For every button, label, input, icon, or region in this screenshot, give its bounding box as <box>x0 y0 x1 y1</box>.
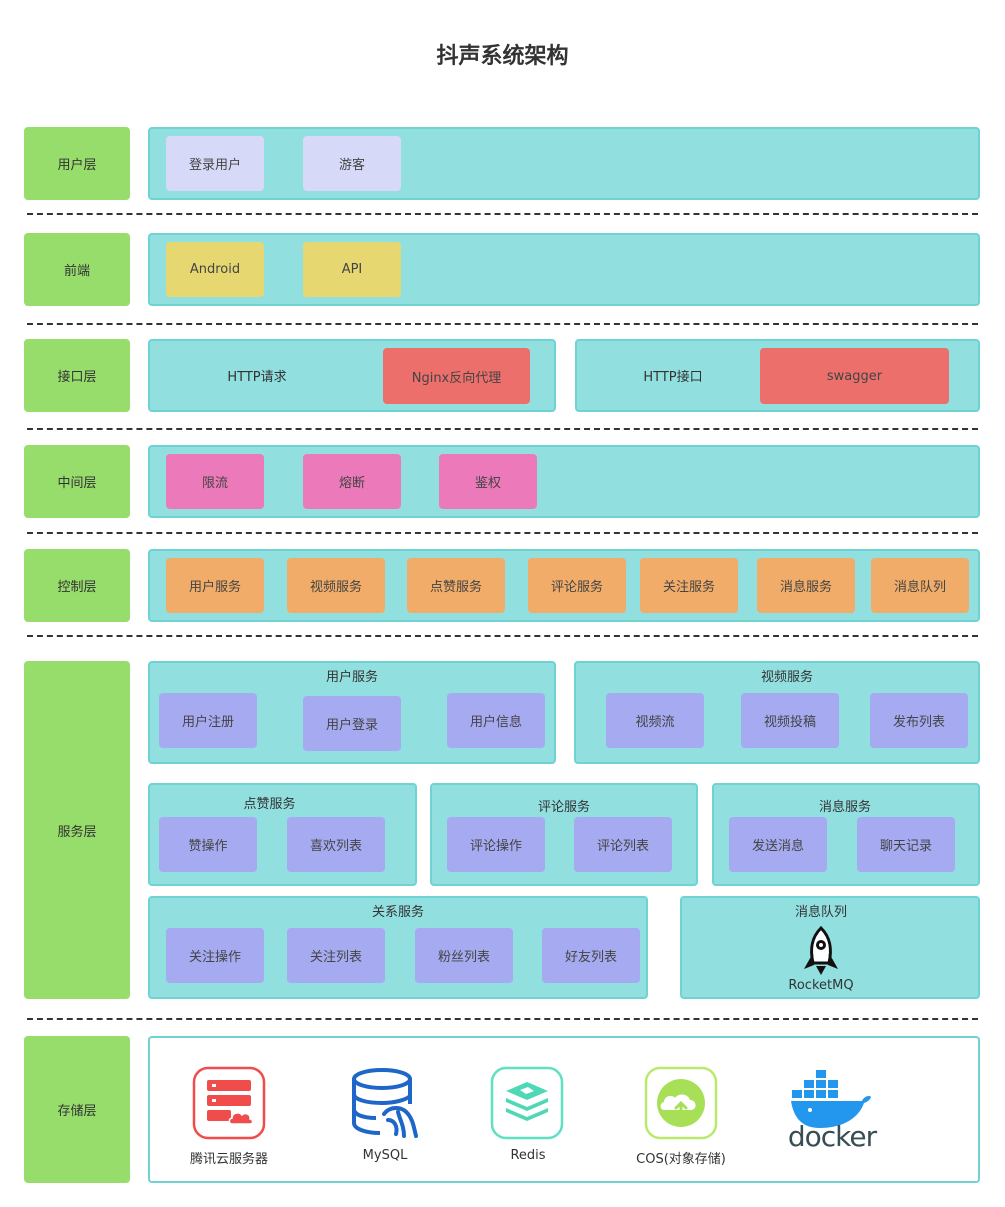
user-register-box: 用户注册 <box>159 693 257 748</box>
relation-service-title: 关系服务 <box>371 905 424 920</box>
send-message-box: 发送消息 <box>729 817 827 872</box>
like-service-title: 点赞服务 <box>243 797 296 812</box>
friend-list-box: 好友列表 <box>542 928 640 983</box>
layer-label-frontend: 前端 <box>24 233 130 306</box>
http-interface-label: HTTP接口 <box>643 370 703 385</box>
cos-icon <box>644 1066 718 1140</box>
guest-box: 游客 <box>303 136 401 191</box>
mysql-icon <box>350 1068 422 1140</box>
control-item-like-service: 点赞服务 <box>407 558 505 613</box>
tencent-cloud-server-icon <box>192 1066 266 1140</box>
tencent-cloud-server-label: 腾讯云服务器 <box>189 1152 268 1167</box>
frontend-layer-panel <box>148 233 980 306</box>
rocketmq-label: RocketMQ <box>788 978 854 993</box>
nginx-proxy-box: Nginx反向代理 <box>383 348 530 404</box>
control-item-comment-service: 评论服务 <box>528 558 626 613</box>
user-layer-panel <box>148 127 980 200</box>
rate-limit-box: 限流 <box>166 454 264 509</box>
page-title: 抖声系统架构 <box>436 44 569 69</box>
publish-list-box: 发布列表 <box>870 693 968 748</box>
separator <box>27 428 978 430</box>
separator <box>27 213 978 215</box>
redis-label: Redis <box>510 1148 546 1163</box>
control-item-follow-service: 关注服务 <box>640 558 738 613</box>
video-publish-box: 视频投稿 <box>741 693 839 748</box>
auth-box: 鉴权 <box>439 454 537 509</box>
layer-label-interface: 接口层 <box>24 339 130 412</box>
video-feed-box: 视频流 <box>606 693 704 748</box>
control-item-message-queue: 消息队列 <box>871 558 969 613</box>
comment-list-box: 评论列表 <box>574 817 672 872</box>
comment-service-title: 评论服务 <box>537 800 590 815</box>
comment-action-box: 评论操作 <box>447 817 545 872</box>
swagger-box: swagger <box>760 348 949 404</box>
logged-in-user-box: 登录用户 <box>166 136 264 191</box>
follow-action-box: 关注操作 <box>166 928 264 983</box>
favorite-list-box: 喜欢列表 <box>287 817 385 872</box>
api-box: API <box>303 242 401 297</box>
android-box: Android <box>166 242 264 297</box>
middle-layer-panel <box>148 445 980 518</box>
layer-label-user: 用户层 <box>24 127 130 200</box>
circuit-breaker-box: 熔断 <box>303 454 401 509</box>
docker-label: docker <box>787 1120 877 1153</box>
layer-label-middle: 中间层 <box>24 445 130 518</box>
separator <box>27 532 978 534</box>
control-item-message-service: 消息服务 <box>757 558 855 613</box>
redis-icon <box>490 1066 564 1140</box>
http-request-label: HTTP请求 <box>227 370 287 385</box>
separator <box>27 323 978 325</box>
layer-label-service: 服务层 <box>24 661 130 999</box>
user-info-box: 用户信息 <box>447 693 545 748</box>
like-action-box: 赞操作 <box>159 817 257 872</box>
video-service-title: 视频服务 <box>760 670 813 685</box>
layer-label-control: 控制层 <box>24 549 130 622</box>
separator <box>27 635 978 637</box>
user-service-title: 用户服务 <box>325 670 378 685</box>
separator <box>27 1018 978 1020</box>
message-service-title: 消息服务 <box>818 800 871 815</box>
control-item-video-service: 视频服务 <box>287 558 385 613</box>
layer-label-storage: 存储层 <box>24 1036 130 1183</box>
cos-label: COS(对象存储) <box>636 1152 726 1167</box>
mysql-label: MySQL <box>362 1148 408 1163</box>
chat-history-box: 聊天记录 <box>857 817 955 872</box>
fans-list-box: 粉丝列表 <box>415 928 513 983</box>
message-queue-title: 消息队列 <box>794 905 847 920</box>
control-item-user-service: 用户服务 <box>166 558 264 613</box>
follow-list-box: 关注列表 <box>287 928 385 983</box>
user-login-box: 用户登录 <box>303 696 401 751</box>
rocketmq-icon <box>799 925 843 977</box>
